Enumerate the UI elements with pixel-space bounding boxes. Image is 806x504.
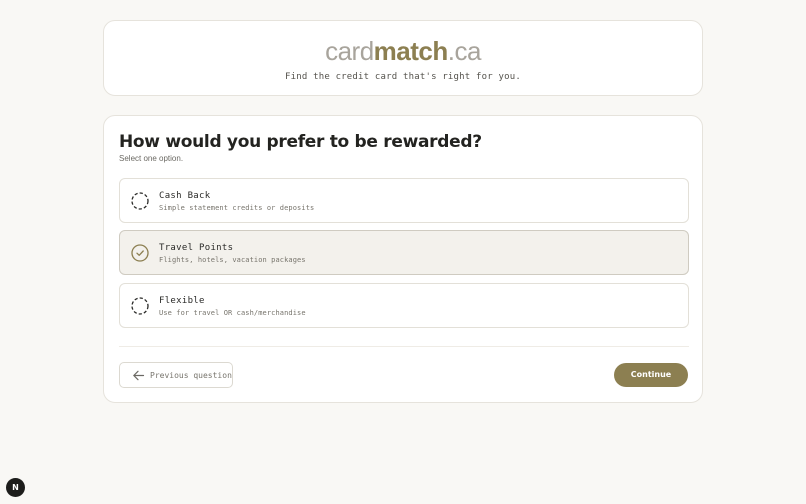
logo-part-ca: .ca	[447, 36, 482, 66]
question-title: How would you prefer to be rewarded?	[119, 132, 482, 152]
option-description: Use for travel OR cash/merchandise	[159, 309, 306, 317]
option-title: Cash Back	[159, 191, 211, 201]
option-cash-back[interactable]: Cash Back Simple statement credits or de…	[119, 178, 689, 223]
question-hint: Select one option.	[119, 154, 184, 163]
previous-question-label: Previous question	[150, 371, 232, 380]
check-circle-icon	[131, 244, 149, 262]
dev-tools-button[interactable]: N	[6, 478, 25, 497]
tagline: Find the credit card that's right for yo…	[285, 72, 521, 82]
quiz-card: How would you prefer to be rewarded? Sel…	[103, 115, 703, 403]
logo-part-match: match	[373, 36, 449, 66]
logo: cardmatch.ca	[104, 36, 702, 66]
brand-header-card: cardmatch.ca Find the credit card that's…	[103, 20, 703, 96]
option-description: Flights, hotels, vacation packages	[159, 256, 306, 264]
radio-empty-icon	[131, 192, 149, 210]
option-description: Simple statement credits or deposits	[159, 204, 315, 212]
previous-question-button[interactable]: Previous question	[119, 362, 233, 388]
radio-empty-icon	[131, 297, 149, 315]
page: cardmatch.ca Find the credit card that's…	[0, 0, 806, 504]
logo-part-card: card	[325, 36, 374, 66]
option-title: Travel Points	[159, 243, 234, 253]
option-travel-points[interactable]: Travel Points Flights, hotels, vacation …	[119, 230, 689, 275]
option-flexible[interactable]: Flexible Use for travel OR cash/merchand…	[119, 283, 689, 328]
arrow-left-icon	[133, 370, 145, 381]
continue-button[interactable]: Continue	[614, 363, 688, 387]
divider	[119, 346, 689, 347]
option-title: Flexible	[159, 296, 205, 306]
